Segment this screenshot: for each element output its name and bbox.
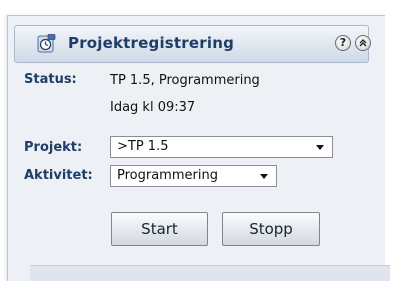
projekt-label: Projekt: <box>24 140 83 155</box>
stop-button[interactable]: Stopp <box>222 212 320 246</box>
double-chevron-up-icon <box>359 39 367 47</box>
aktivitet-select[interactable]: Programmering <box>110 165 277 187</box>
aktivitet-selected-value: Programmering <box>117 168 218 183</box>
next-panel-edge <box>30 265 390 281</box>
chevron-down-icon <box>316 145 324 150</box>
help-button[interactable]: ? <box>335 35 351 51</box>
chevron-down-icon <box>260 174 268 179</box>
widget-title: Projektregistrering <box>68 34 235 52</box>
status-time: Idag kl 09:37 <box>110 100 196 115</box>
projekt-select[interactable]: >TP 1.5 <box>110 136 333 158</box>
app-stage: Projektregistrering ? Status: TP 1.5, Pr… <box>0 0 400 281</box>
collapse-button[interactable] <box>355 35 371 51</box>
start-button[interactable]: Start <box>111 212 208 246</box>
widget-header: Projektregistrering ? <box>14 25 371 63</box>
status-label: Status: <box>24 72 77 87</box>
status-value: TP 1.5, Programmering <box>110 73 260 88</box>
aktivitet-label: Aktivitet: <box>24 168 93 183</box>
projekt-selected-value: >TP 1.5 <box>117 139 169 154</box>
clock-icon <box>36 34 56 54</box>
